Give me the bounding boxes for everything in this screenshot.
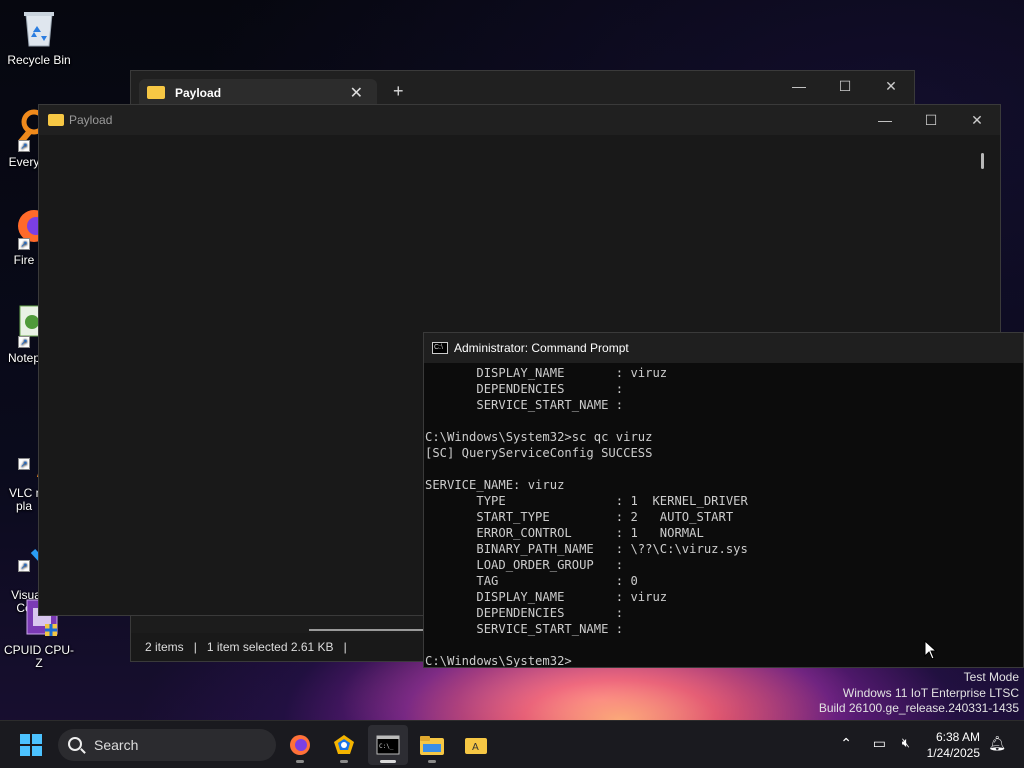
terminal-icon: C:\_ xyxy=(376,735,400,755)
watermark-line: Build 26100.ge_release.240331-1435 xyxy=(818,701,1019,715)
windows-logo-icon xyxy=(20,734,30,744)
console-line: DISPLAY_NAME : viruz xyxy=(425,590,668,604)
console-line: START_TYPE : 2 AUTO_START xyxy=(425,510,734,524)
taskbar-app-terminal[interactable]: C:\_ xyxy=(368,725,408,765)
vertical-scrollbar-thumb[interactable] xyxy=(981,153,984,169)
payload-folder-icon: A xyxy=(465,738,487,754)
console-line: TYPE : 1 KERNEL_DRIVER xyxy=(425,494,748,508)
taskbar-search-box[interactable]: Search xyxy=(58,729,276,761)
taskbar-clock[interactable]: 6:38 AM 1/24/2025 xyxy=(927,729,980,761)
console-line: DEPENDENCIES : xyxy=(425,382,624,396)
desktop-icon-label: Recycle Bin xyxy=(7,53,71,67)
taskbar-app-firefox[interactable] xyxy=(280,725,320,765)
explorer-tab-payload[interactable]: Payload ✕ xyxy=(139,79,377,107)
shortcut-arrow-icon: ↗ xyxy=(18,140,30,152)
status-item-count: 2 items xyxy=(145,640,184,654)
svg-text:A: A xyxy=(472,742,479,753)
taskbar-app-file-explorer[interactable] xyxy=(412,725,452,765)
window-controls: — ☐ ✕ xyxy=(862,105,1000,135)
start-button[interactable] xyxy=(20,734,42,756)
window-title: Payload xyxy=(69,113,113,127)
test-mode-watermark: Test Mode Windows 11 IoT Enterprise LTSC… xyxy=(819,670,1019,717)
console-line: C:\Windows\System32>sc qc viruz xyxy=(425,430,653,444)
desktop-icon-label: Every xyxy=(8,155,40,169)
close-button[interactable]: ✕ xyxy=(954,105,1000,135)
running-indicator xyxy=(340,760,348,763)
desktop-icon-label: CPUID CPU-Z xyxy=(3,643,74,670)
desktop-icon-label: Notep xyxy=(7,351,41,365)
console-line: DISPLAY_NAME : viruz xyxy=(425,366,668,380)
console-line: SERVICE_START_NAME : xyxy=(425,398,624,412)
console-line: SERVICE_START_NAME : xyxy=(425,622,624,636)
maximize-button[interactable]: ☐ xyxy=(908,105,954,135)
svg-text:C:\_: C:\_ xyxy=(379,743,394,750)
volume-muted-icon[interactable]: 🔇︎ xyxy=(902,735,910,751)
shortcut-arrow-icon: ↗ xyxy=(18,336,30,348)
command-prompt-window[interactable]: C:\ Administrator: Command Prompt DISPLA… xyxy=(423,332,1024,668)
close-button[interactable]: ✕ xyxy=(868,71,914,101)
recycle-bin-icon xyxy=(17,6,61,50)
horizontal-scrollbar[interactable] xyxy=(309,629,429,631)
shortcut-arrow-icon: ↗ xyxy=(18,560,30,572)
taskbar-app-payload-folder[interactable]: A xyxy=(456,725,496,765)
window-controls: — ☐ ✕ xyxy=(776,71,914,101)
firefox-icon xyxy=(290,735,310,755)
window-title: Administrator: Command Prompt xyxy=(454,341,629,355)
new-tab-button[interactable]: + xyxy=(393,81,404,102)
console-line: TAG : 0 xyxy=(425,574,638,588)
search-placeholder: Search xyxy=(94,737,139,753)
minimize-button[interactable]: — xyxy=(862,105,908,135)
cmd-icon: C:\ xyxy=(432,342,448,354)
chromium-icon xyxy=(334,735,354,754)
console-line: ERROR_CONTROL : 1 NORMAL xyxy=(425,526,704,540)
watermark-line: Windows 11 IoT Enterprise LTSC xyxy=(842,685,1019,700)
folder-icon xyxy=(147,86,165,99)
clock-date: 1/24/2025 xyxy=(926,746,980,760)
console-line: BINARY_PATH_NAME : \??\C:\viruz.sys xyxy=(425,542,748,556)
taskbar-app-chromium[interactable] xyxy=(324,725,364,765)
console-line: DEPENDENCIES : xyxy=(425,606,624,620)
network-icon[interactable]: ▭ xyxy=(873,735,886,752)
window-title-bar[interactable]: Payload — ☐ ✕ xyxy=(39,105,1000,135)
status-divider: | xyxy=(193,640,197,654)
console-line: LOAD_ORDER_GROUP : xyxy=(425,558,624,572)
explorer-tab-bar: Payload ✕ + — ☐ ✕ xyxy=(131,71,914,107)
running-indicator xyxy=(380,760,396,763)
mouse-cursor-icon xyxy=(924,639,938,665)
notification-bell-icon[interactable]: 🔔︎ xyxy=(988,735,1006,752)
taskbar: Search C:\_ A ⌃ ▭ 🔇︎ 6:38 AM 1/24/2025 🔔… xyxy=(0,720,1024,768)
status-selection: 1 item selected 2.61 KB xyxy=(206,640,334,654)
maximize-button[interactable]: ☐ xyxy=(822,71,868,101)
clock-time: 6:38 AM xyxy=(935,730,980,744)
shortcut-arrow-icon: ↗ xyxy=(18,458,30,470)
search-icon xyxy=(68,737,82,751)
minimize-button[interactable]: — xyxy=(776,71,822,101)
console-line: SERVICE_NAME: viruz xyxy=(425,478,565,492)
desktop-icon-recycle-bin[interactable]: Recycle Bin xyxy=(1,6,77,67)
running-indicator xyxy=(428,760,436,763)
watermark-line: Test Mode xyxy=(963,670,1019,684)
chevron-up-icon[interactable]: ⌃ xyxy=(840,735,852,752)
status-divider: | xyxy=(343,640,347,654)
console-output[interactable]: DISPLAY_NAME : viruz DEPENDENCIES : SERV… xyxy=(424,363,1023,667)
console-line: [SC] QueryServiceConfig SUCCESS xyxy=(425,446,653,460)
running-indicator xyxy=(296,760,304,763)
folder-icon xyxy=(48,114,64,126)
window-title-bar[interactable]: C:\ Administrator: Command Prompt xyxy=(424,333,1023,363)
shortcut-arrow-icon: ↗ xyxy=(18,238,30,250)
tab-close-icon[interactable]: ✕ xyxy=(350,83,363,103)
tab-title: Payload xyxy=(175,86,222,100)
file-explorer-icon xyxy=(420,736,444,755)
desktop-icon-label: Fire xyxy=(13,253,35,267)
